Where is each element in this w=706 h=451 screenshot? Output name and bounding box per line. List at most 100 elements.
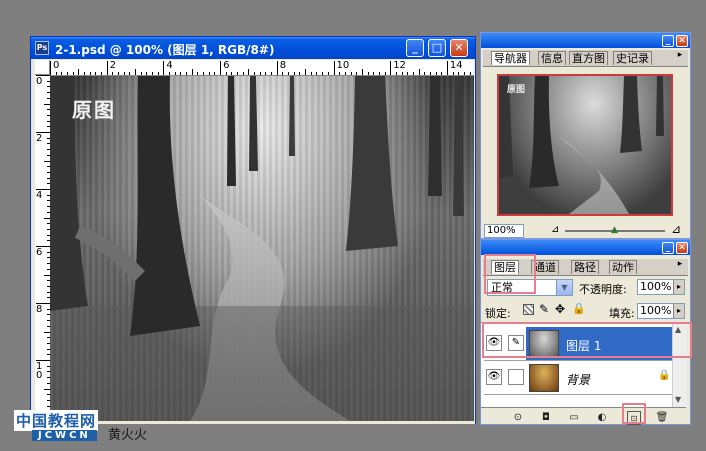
- lock-label: 锁定:: [485, 307, 511, 320]
- panel-menu-arrow[interactable]: ▸: [675, 50, 685, 62]
- ruler-tick: [350, 72, 352, 75]
- minimize-button[interactable]: _: [406, 39, 424, 57]
- add-mask-icon[interactable]: ◘: [539, 411, 553, 425]
- tab-history[interactable]: 史记录: [613, 51, 652, 65]
- adjustment-layer-icon[interactable]: ◐: [595, 411, 609, 425]
- tab-paths[interactable]: 路径: [571, 260, 599, 274]
- document-titlebar[interactable]: Ps 2-1.psd @ 100% (图层 1, RGB/8#) _ □ ✕: [31, 37, 475, 59]
- ruler-tick: [123, 72, 125, 75]
- ruler-tick: [36, 303, 50, 304]
- ruler-tick: [169, 72, 171, 75]
- ruler-v-label: 0: [36, 76, 43, 87]
- ruler-tick: [463, 72, 465, 75]
- fill-arrow-icon[interactable]: ▸: [673, 304, 684, 318]
- ruler-tick: [208, 72, 210, 75]
- ruler-tick: [78, 69, 80, 75]
- lock-brush-icon[interactable]: ✎: [539, 302, 549, 316]
- layers-panel-titlebar[interactable]: _ ✕: [481, 240, 690, 255]
- lock-all-icon[interactable]: 🔒: [572, 302, 586, 315]
- layers-panel-minimize-button[interactable]: _: [662, 242, 674, 254]
- layer-row-layer1[interactable]: 👁 ✎ 图层 1: [484, 327, 686, 361]
- ruler-tick: [446, 61, 448, 75]
- ruler-h-label: 8: [279, 60, 287, 71]
- link-layers-icon[interactable]: ⊙: [511, 411, 525, 425]
- chevron-down-icon[interactable]: ▼: [556, 280, 572, 295]
- ruler-tick: [356, 72, 358, 75]
- new-layer-icon[interactable]: ⊡: [627, 411, 641, 425]
- ruler-tick: [237, 72, 239, 75]
- ruler-tick: [112, 72, 114, 75]
- lock-transparency-icon[interactable]: [523, 304, 534, 315]
- fill-field[interactable]: 100% ▸: [637, 303, 685, 319]
- zoom-in-icon[interactable]: ⊿: [671, 222, 681, 236]
- ps-document-icon: Ps: [35, 41, 49, 55]
- tab-histogram[interactable]: 直方图: [569, 51, 608, 65]
- ruler-tick: [469, 72, 471, 75]
- navigator-panel: _ ✕ 导航器 信息 直方图 史记录 ▸ 原图 100% ⊿ ▲ ⊿: [480, 32, 691, 239]
- navigator-preview-mark: 原图: [507, 85, 526, 95]
- tab-info[interactable]: 信息: [538, 51, 566, 65]
- tab-navigator[interactable]: 导航器: [491, 51, 530, 65]
- ruler-tick: [220, 61, 222, 75]
- ruler-tick: [412, 72, 414, 75]
- zoom-field[interactable]: 100%: [484, 224, 524, 238]
- ruler-tick: [310, 72, 312, 75]
- navigator-preview[interactable]: 原图: [497, 74, 673, 216]
- zoom-slider-handle[interactable]: ▲: [611, 225, 618, 235]
- vertical-ruler[interactable]: 0 2 4 6 8 1 0: [35, 75, 51, 421]
- eye-icon[interactable]: 👁: [486, 335, 502, 351]
- zoom-out-icon[interactable]: ⊿: [551, 224, 559, 235]
- ruler-tick: [72, 72, 74, 75]
- ruler-h-label: 12: [393, 60, 406, 71]
- eye-icon[interactable]: 👁: [486, 369, 502, 385]
- ruler-tick: [458, 72, 460, 75]
- panel-close-button[interactable]: ✕: [676, 35, 688, 47]
- lock-move-icon[interactable]: ✥: [555, 302, 565, 316]
- ruler-tick: [265, 72, 267, 75]
- layers-panel-close-button[interactable]: ✕: [676, 242, 688, 254]
- ruler-tick: [55, 72, 57, 75]
- original-image-label: 原图: [72, 98, 116, 122]
- navigator-thumbnail: [499, 76, 664, 214]
- brush-icon[interactable]: ✎: [508, 335, 524, 351]
- horizontal-ruler[interactable]: 0 2 4 6 8 10 12 14: [50, 60, 474, 76]
- layers-panel: _ ✕ 图层 通道 路径 动作 ▸ 正常 ▼ 不透明度: 100% ▸ 锁定: …: [480, 239, 691, 425]
- ruler-tick: [67, 72, 68, 75]
- ruler-tick: [242, 72, 244, 75]
- tab-actions[interactable]: 动作: [609, 260, 637, 274]
- ruler-tick: [163, 61, 165, 75]
- ruler-tick: [418, 69, 420, 75]
- close-button[interactable]: ✕: [450, 39, 468, 57]
- ruler-v-label: 6: [36, 247, 43, 258]
- tab-layers[interactable]: 图层: [491, 260, 519, 274]
- scroll-up-icon[interactable]: ▲: [675, 325, 681, 334]
- layer-row-background[interactable]: 👁 背景 🔒: [484, 361, 672, 395]
- layers-panel-menu-arrow[interactable]: ▸: [675, 259, 685, 271]
- panel-minimize-button[interactable]: _: [662, 35, 674, 47]
- opacity-field[interactable]: 100% ▸: [637, 279, 685, 295]
- image-canvas[interactable]: 原图: [50, 76, 474, 421]
- tab-channels[interactable]: 通道: [531, 260, 559, 274]
- ruler-tick: [135, 69, 137, 75]
- new-group-icon[interactable]: ▭: [567, 411, 581, 425]
- trash-icon[interactable]: 🗑: [655, 411, 669, 425]
- ruler-tick: [424, 72, 426, 75]
- layers-scrollbar[interactable]: ▲ ▼: [672, 323, 687, 407]
- ruler-tick: [276, 61, 278, 75]
- maximize-button[interactable]: □: [428, 39, 446, 57]
- ruler-tick: [333, 61, 335, 75]
- layers-tabs: 图层 通道 路径 动作 ▸: [483, 259, 688, 276]
- ruler-tick: [271, 72, 273, 75]
- ruler-tick: [344, 72, 346, 75]
- ruler-tick: [203, 72, 205, 75]
- scroll-down-icon[interactable]: ▼: [675, 395, 681, 404]
- ruler-tick: [401, 72, 403, 75]
- link-empty-box[interactable]: [508, 369, 524, 385]
- navigator-panel-titlebar[interactable]: _ ✕: [481, 33, 690, 48]
- document-title: 2-1.psd @ 100% (图层 1, RGB/8#): [55, 43, 275, 57]
- opacity-arrow-icon[interactable]: ▸: [673, 280, 684, 294]
- ruler-tick: [282, 72, 284, 75]
- zoom-slider[interactable]: ▲: [565, 225, 665, 235]
- blend-mode-select[interactable]: 正常 ▼: [487, 279, 573, 296]
- ruler-tick: [248, 69, 250, 75]
